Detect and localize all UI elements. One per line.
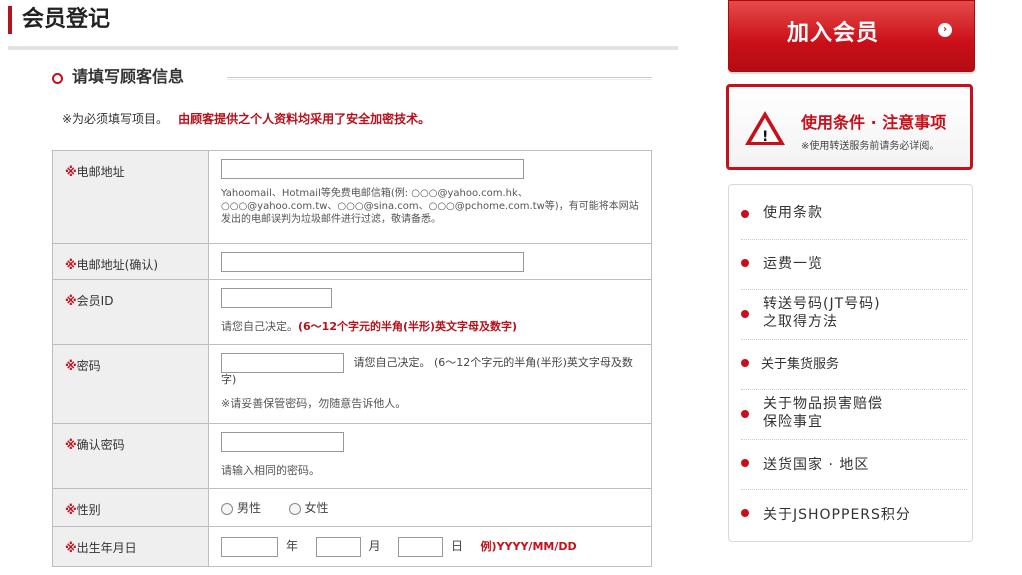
birth-month-input[interactable] [315, 537, 361, 557]
member-id-input[interactable] [221, 288, 332, 308]
sidebar-item-shipping-rates[interactable]: 运费一览 [741, 239, 967, 290]
member-id-label-text: 会员ID [76, 294, 114, 308]
required-star: ※ [65, 165, 77, 179]
password-label: ※密码 [52, 344, 209, 424]
bullet-icon [741, 259, 749, 267]
email-confirm-label-text: 电邮地址(确认) [76, 258, 159, 272]
sidebar-item-label: 关于物品损害赔偿 [763, 396, 883, 412]
form-row-email: ※电邮地址 Yahoomail、Hotmail等免费电邮信箱(例: ○○○@ya… [52, 150, 652, 244]
sidebar-item-jt-number[interactable]: 转送号码(JT号码) 之取得方法 [741, 289, 967, 340]
registration-main: 会员登记 请填写顾客信息 ※为必须填写项目。 由顾客提供之个人资料均采用了安全加密… [0, 0, 690, 575]
sidebar-item-label: 转送号码(JT号码) [763, 296, 881, 312]
password-note: ※请妥善保管密码，勿随意告诉他人。 [221, 397, 407, 410]
gender-male-option[interactable]: 男性 [221, 501, 261, 515]
bullet-icon [741, 410, 749, 418]
sidebar-item-label: 之取得方法 [763, 314, 838, 330]
title-divider [8, 46, 678, 50]
terms-title: 使用条件 · 注意事项 [801, 113, 947, 132]
warning-icon: ! [745, 111, 785, 145]
join-member-label: 加入会员 [787, 21, 880, 46]
sidebar-item-damage-insurance[interactable]: 关于物品损害赔偿 保险事宜 [741, 389, 967, 440]
radio-icon[interactable] [221, 502, 233, 515]
sidebar-item-label: 保险事宜 [763, 414, 823, 430]
email-confirm-input[interactable] [221, 252, 524, 272]
gender-male-label: 男性 [237, 501, 262, 515]
password-confirm-label: ※确认密码 [52, 423, 209, 489]
bullet-icon [741, 509, 749, 517]
member-id-label: ※会员ID [52, 279, 209, 345]
birthday-format-example: 例)YYYY/MM/DD [480, 540, 577, 553]
form-row-gender: ※性别 男性 女性 [52, 488, 652, 527]
password-input[interactable] [221, 353, 344, 373]
email-hint: Yahoomail、Hotmail等免费电邮信箱(例: ○○○@yahoo.co… [221, 188, 639, 225]
security-text: 由顾客提供之个人资料均采用了安全加密技术。 [178, 112, 431, 126]
sidebar-menu: 使用条款 运费一览 转送号码(JT号码) 之取得方法 关于集货服务 关于物品损害… [728, 184, 973, 542]
required-star: ※ [65, 359, 77, 373]
terms-subtitle: ※使用转送服务前请务必详阅。 [801, 141, 940, 152]
bullet-icon [741, 459, 749, 467]
email-label-text: 电邮地址 [76, 165, 125, 179]
form-row-password-confirm: ※确认密码 请输入相同的密码。 [52, 423, 652, 489]
sidebar-item-label: 关于集货服务 [761, 357, 840, 372]
form-row-email-confirm: ※电邮地址(确认) [52, 243, 652, 280]
member-id-hint-text: 请您自己决定。 [221, 320, 298, 333]
bullet-icon [741, 310, 749, 318]
ring-bullet-icon [52, 73, 63, 84]
member-id-hint: 请您自己决定。(6～12个字元的半角(半形)英文字母及数字) [221, 320, 645, 334]
year-unit: 年 [286, 539, 299, 553]
day-unit: 日 [451, 539, 464, 553]
join-member-button[interactable]: 加入会员 › [728, 0, 975, 72]
required-star: ※ [65, 438, 77, 452]
sidebar-item-label: 运费一览 [763, 256, 823, 272]
sidebar-item-delivery-countries[interactable]: 送货国家 · 地区 [741, 439, 967, 490]
required-text: ※为必须填写项目。 [62, 112, 169, 126]
radio-icon[interactable] [288, 502, 301, 515]
sidebar-item-label: 送货国家 · 地区 [763, 457, 870, 473]
sidebar-item-consolidation[interactable]: 关于集货服务 [741, 339, 967, 390]
bullet-icon [741, 359, 749, 367]
gender-female-option[interactable]: 女性 [288, 501, 329, 515]
month-unit: 月 [368, 539, 381, 553]
section-header: 请填写顾客信息 [52, 66, 652, 92]
form-row-password: ※密码 请您自己决定。 (6～12个字元的半角(半形)英文字母及数字) ※请妥善… [52, 344, 652, 424]
email-confirm-label: ※电邮地址(确认) [52, 243, 209, 280]
password-confirm-input[interactable] [221, 432, 344, 452]
required-star: ※ [65, 503, 77, 517]
arrow-right-icon: › [938, 23, 952, 37]
email-label: ※电邮地址 [52, 150, 209, 244]
required-star: ※ [65, 294, 77, 308]
member-id-rule: (6～12个字元的半角(半形)英文字母及数字) [298, 320, 518, 333]
required-star: ※ [65, 258, 77, 272]
section-divider [227, 77, 652, 80]
terms-notice-button[interactable]: ! 使用条件 · 注意事项 ※使用转送服务前请务必详阅。 [726, 84, 973, 170]
birth-day-input[interactable] [398, 537, 444, 557]
sidebar-item-points[interactable]: 关于JSHOPPERS积分 [741, 489, 967, 533]
birth-year-input[interactable] [221, 537, 278, 557]
form-row-member-id: ※会员ID 请您自己决定。(6～12个字元的半角(半形)英文字母及数字) [52, 279, 652, 345]
sidebar-item-terms[interactable]: 使用条款 [741, 195, 967, 240]
password-confirm-hint: 请输入相同的密码。 [221, 464, 320, 477]
birthday-label: ※出生年月日 [52, 526, 209, 567]
required-star: ※ [65, 541, 77, 555]
form-row-birthday: ※出生年月日 年 月 日 例)YYYY/MM/DD [52, 526, 652, 567]
registration-form: ※电邮地址 Yahoomail、Hotmail等免费电邮信箱(例: ○○○@ya… [52, 150, 652, 567]
gender-female-label: 女性 [304, 501, 329, 515]
password-confirm-label-text: 确认密码 [76, 438, 125, 452]
birthday-label-text: 出生年月日 [76, 541, 137, 555]
bullet-icon [741, 210, 749, 218]
section-title: 请填写顾客信息 [72, 67, 185, 86]
sidebar-item-label: 关于JSHOPPERS积分 [763, 507, 911, 523]
sidebar-item-label: 使用条款 [763, 205, 823, 221]
page-title: 会员登记 [8, 6, 110, 34]
password-label-text: 密码 [76, 359, 101, 373]
gender-label-text: 性别 [76, 503, 101, 517]
required-note: ※为必须填写项目。 由顾客提供之个人资料均采用了安全加密技术。 [62, 110, 430, 128]
email-input[interactable] [221, 159, 524, 179]
gender-label: ※性别 [52, 488, 209, 527]
